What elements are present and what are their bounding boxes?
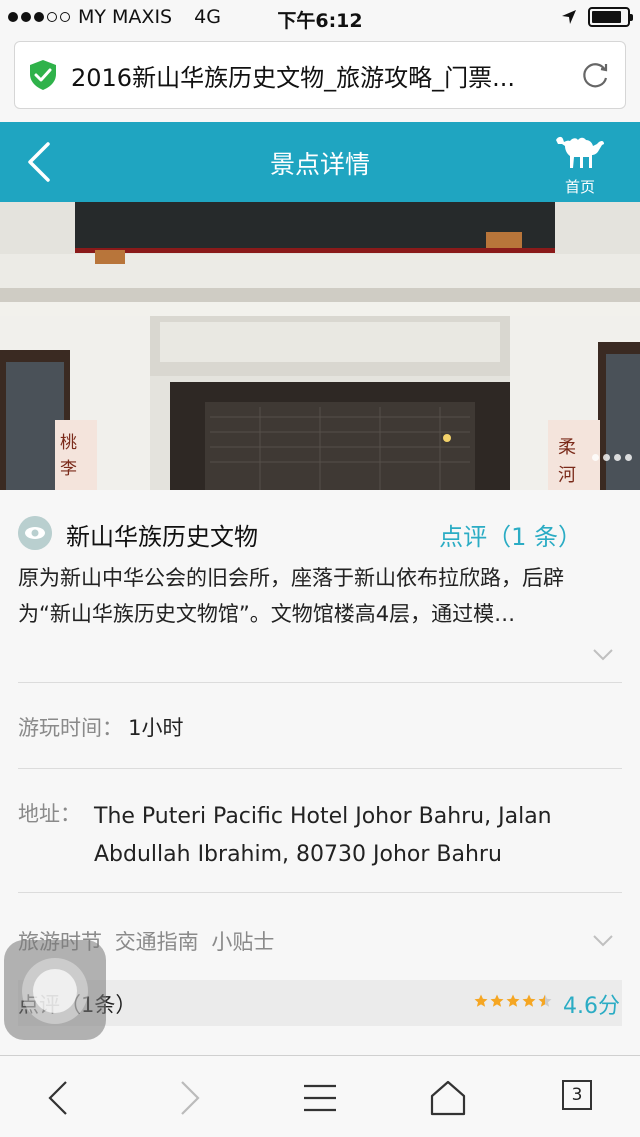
chevron-down-icon[interactable] (592, 934, 614, 948)
play-time-label: 游玩时间： (18, 716, 123, 740)
address-label: 地址： (18, 802, 81, 826)
browser-forward-icon[interactable] (166, 1076, 210, 1120)
divider (18, 892, 622, 893)
play-time-row: 游玩时间： 1小时 (18, 712, 183, 742)
shield-check-icon (30, 60, 56, 90)
poi-title-row: 新山华族历史文物 点评（1 条） (18, 516, 622, 552)
review-count-link[interactable]: 点评（1 条） (439, 517, 582, 552)
rating-stars (474, 994, 552, 1008)
browser-url-area: 2016新山华族历史文物_旅游攻略_门票... (0, 36, 640, 122)
page-title-url[interactable]: 2016新山华族历史文物_旅游攻略_门票... (71, 58, 581, 93)
building-photo-illustration (0, 202, 640, 490)
tip-transport: 交通指南 (114, 930, 199, 954)
home-icon[interactable] (426, 1076, 470, 1120)
couplet-left-text: 桃李 (60, 433, 77, 479)
star-icon (522, 994, 536, 1007)
assistive-touch-button[interactable] (4, 940, 106, 1040)
chevron-down-icon[interactable] (592, 648, 614, 662)
couplet-right-text: 柔河 (558, 437, 576, 486)
rating-score: 4.6分 (563, 994, 620, 1019)
browser-toolbar: 3 (0, 1055, 640, 1137)
camel-icon (556, 136, 604, 168)
divider (18, 682, 622, 683)
browser-back-icon[interactable] (38, 1076, 82, 1120)
eye-icon (18, 516, 52, 550)
carousel-indicator (592, 454, 632, 461)
divider (18, 768, 622, 769)
home-button[interactable]: 首页 (550, 132, 610, 197)
address-value: The Puteri Pacific Hotel Johor Bahru, Ja… (94, 804, 552, 867)
attraction-photo[interactable]: 桃李 柔河 (0, 202, 640, 490)
page-title: 景点详情 (269, 150, 370, 179)
poi-description: 原为新山中华公会的旧会所，座落于新山依布拉欣路，后辟为“新山华族历史文物馆”。文… (18, 566, 564, 626)
tip-advice: 小贴士 (211, 930, 275, 954)
status-bar: MY MAXIS 4G 下午6:12 (0, 0, 640, 36)
tabs-count-button[interactable]: 3 (562, 1080, 592, 1110)
star-icon (506, 994, 520, 1007)
star-icon (538, 994, 552, 1007)
reload-icon[interactable] (581, 60, 611, 90)
menu-icon[interactable] (298, 1076, 342, 1120)
reviews-summary-bar[interactable]: 点评（1条） 4.6分 (18, 980, 622, 1026)
star-icon (490, 994, 504, 1007)
location-arrow-icon (562, 10, 576, 24)
play-time-value: 1小时 (128, 716, 184, 740)
star-icon (474, 994, 488, 1007)
battery-icon (588, 7, 633, 27)
app-header: 景点详情 首页 (0, 122, 640, 202)
poi-name: 新山华族历史文物 (66, 523, 258, 551)
status-time: 下午6:12 (277, 10, 363, 32)
status-right (560, 7, 633, 27)
address-bar[interactable]: 2016新山华族历史文物_旅游攻略_门票... (14, 41, 626, 109)
home-label: 首页 (564, 178, 595, 196)
